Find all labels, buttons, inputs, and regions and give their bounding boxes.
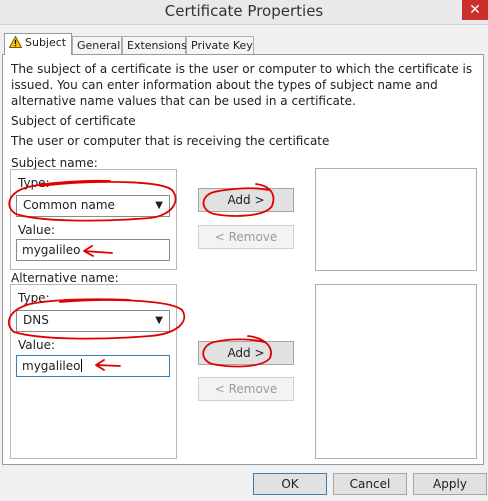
subject-description: The subject of a certificate is the user… — [11, 62, 473, 108]
subject-type-select[interactable]: Common name ▼ — [16, 195, 170, 217]
title-bar: Certificate Properties ✕ — [0, 0, 488, 25]
tab-private-key[interactable]: Private Key — [186, 36, 254, 54]
subject-tab-panel: The subject of a certificate is the user… — [2, 54, 484, 465]
close-icon[interactable]: ✕ — [462, 0, 488, 20]
tab-private-key-label: Private Key — [191, 39, 253, 52]
ok-button[interactable]: OK — [253, 473, 327, 495]
subject-name-group: Type: Common name ▼ Value: mygalileo — [10, 169, 177, 270]
alternative-value-input[interactable]: mygalileo — [16, 355, 170, 377]
tab-subject-label: Subject — [25, 36, 67, 49]
alternative-type-label: Type: — [18, 291, 50, 305]
tab-general[interactable]: General — [72, 36, 122, 54]
window-title: Certificate Properties — [164, 2, 324, 20]
subject-value-input[interactable]: mygalileo — [16, 239, 170, 261]
subject-name-label: Subject name: — [11, 156, 98, 170]
tab-strip: Subject General Extensions Private Key — [0, 33, 488, 55]
subject-of-certificate-heading: Subject of certificate — [11, 114, 136, 128]
alternative-values-list[interactable] — [315, 284, 477, 459]
apply-button[interactable]: Apply — [413, 473, 487, 495]
subject-values-list[interactable] — [315, 168, 477, 271]
chevron-down-icon: ▼ — [155, 200, 163, 211]
alternative-name-group: Type: DNS ▼ Value: mygalileo — [10, 284, 177, 459]
alternative-type-value: DNS — [23, 313, 49, 327]
tab-subject[interactable]: Subject — [4, 33, 72, 55]
alternative-add-button[interactable]: Add > — [198, 341, 294, 365]
subject-type-value: Common name — [23, 198, 115, 212]
subject-remove-button[interactable]: < Remove — [198, 225, 294, 249]
alternative-type-select[interactable]: DNS ▼ — [16, 310, 170, 332]
alternative-name-label: Alternative name: — [11, 271, 119, 285]
subject-add-button[interactable]: Add > — [198, 188, 294, 212]
tab-extensions[interactable]: Extensions — [122, 36, 187, 54]
chevron-down-icon: ▼ — [155, 315, 163, 326]
subject-value-text: mygalileo — [22, 243, 81, 257]
tab-general-label: General — [77, 39, 121, 52]
subject-type-label: Type: — [18, 176, 50, 190]
alternative-value-text: mygalileo — [22, 359, 81, 373]
tab-extensions-label: Extensions — [127, 39, 187, 52]
alternative-value-label: Value: — [18, 338, 55, 352]
subject-info-text: The user or computer that is receiving t… — [11, 134, 330, 148]
alternative-remove-button[interactable]: < Remove — [198, 377, 294, 401]
subject-value-label: Value: — [18, 223, 55, 237]
text-cursor — [80, 359, 82, 372]
cancel-button[interactable]: Cancel — [333, 473, 407, 495]
warning-icon — [9, 36, 22, 48]
